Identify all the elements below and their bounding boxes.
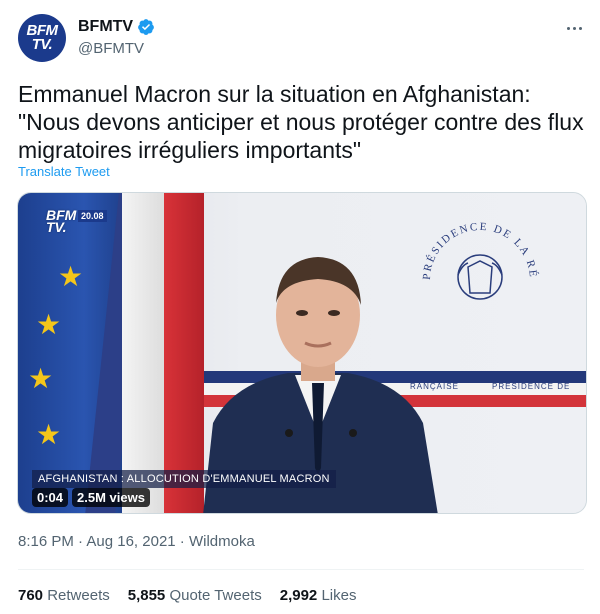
tweet-metadata: 8:16 PM · Aug 16, 2021 · Wildmoka	[18, 533, 255, 550]
tweet-text: Emmanuel Macron sur la situation en Afgh…	[18, 81, 584, 163]
author-handle[interactable]: @BFMTV	[78, 40, 155, 57]
retweets-stat[interactable]: 760 Retweets	[18, 587, 110, 604]
french-flag-white	[122, 193, 170, 513]
eu-star-icon: ★	[58, 261, 84, 292]
likes-label: Likes	[321, 587, 357, 604]
author-display-name-row[interactable]: BFMTV	[78, 16, 155, 38]
quote-tweets-count: 5,855	[127, 587, 166, 604]
divider	[18, 569, 584, 570]
likes-count: 2,992	[279, 587, 318, 604]
meta-separator: ·	[73, 533, 87, 550]
engagement-stats: 760 Retweets 5,855 Quote Tweets 2,992 Li…	[18, 587, 356, 604]
avatar-text-line2: TV.	[31, 36, 53, 53]
retweets-count: 760	[18, 587, 44, 604]
eu-star-icon: ★	[28, 363, 54, 394]
channel-logo: BFM TV.	[46, 208, 76, 234]
video-player[interactable]: RANÇAISE PRÉSIDENCE DE PRÉSIDENCE DE LA …	[17, 192, 587, 514]
meta-separator: ·	[175, 533, 189, 550]
band-text-right: PRÉSIDENCE DE	[492, 382, 571, 391]
tweet-date[interactable]: Aug 16, 2021	[86, 533, 175, 550]
video-duration: 0:04	[32, 488, 69, 507]
verified-badge-icon	[138, 19, 154, 35]
avatar[interactable]: BFM TV.	[18, 14, 66, 62]
translate-tweet-link[interactable]: Translate Tweet	[18, 164, 110, 179]
quote-tweets-label: Quote Tweets	[169, 587, 262, 604]
tweet-time[interactable]: 8:16 PM	[18, 533, 74, 550]
likes-stat[interactable]: 2,992 Likes	[280, 587, 357, 604]
quote-tweets-stat[interactable]: 5,855 Quote Tweets	[128, 587, 262, 604]
author-display-name[interactable]: BFMTV	[78, 18, 133, 36]
author-names: BFMTV @BFMTV	[78, 16, 155, 57]
video-caption: AFGHANISTAN : ALLOCUTION D'EMMANUEL MACR…	[32, 470, 336, 488]
eu-star-icon: ★	[36, 419, 62, 450]
retweets-label: Retweets	[47, 587, 110, 604]
broadcast-time-badge: 20.08	[78, 210, 107, 222]
more-options-icon[interactable]	[564, 18, 584, 38]
tweet-source: Wildmoka	[188, 533, 255, 550]
video-status: 0:04 2.5M views	[32, 488, 150, 507]
tweet-header: BFM TV. BFMTV @BFMTV	[18, 14, 584, 64]
video-views: 2.5M views	[72, 488, 150, 507]
eu-star-icon: ★	[36, 309, 62, 340]
